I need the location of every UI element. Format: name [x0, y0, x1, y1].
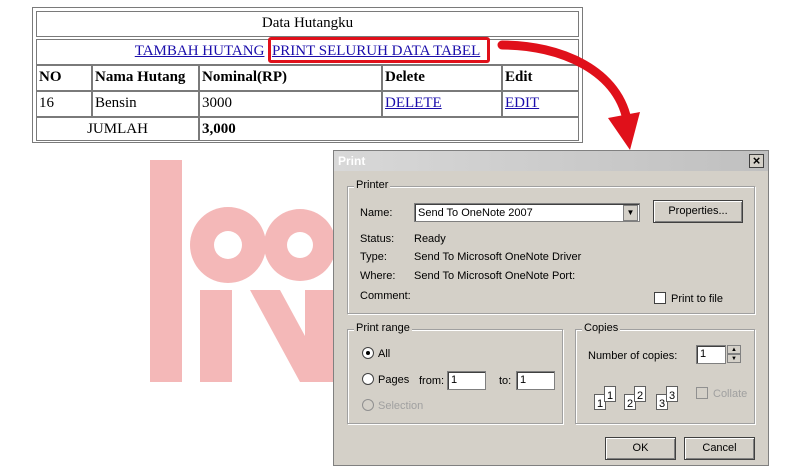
- where-value: Send To Microsoft OneNote Port:: [414, 270, 576, 282]
- printer-group-label: Printer: [354, 179, 391, 191]
- total-label: JUMLAH: [87, 121, 148, 137]
- range-pages-radio[interactable]: [362, 373, 374, 385]
- header-name: Nama Hutang: [92, 65, 199, 91]
- type-value: Send To Microsoft OneNote Driver: [414, 251, 582, 263]
- range-pages-label: Pages: [378, 374, 410, 386]
- row-name: Bensin: [92, 91, 199, 117]
- total-value: 3,000: [202, 121, 236, 137]
- printer-name-value: Send To OneNote 2007: [418, 207, 533, 219]
- status-value: Ready: [414, 233, 446, 245]
- type-label: Type:: [360, 251, 387, 263]
- header-delete: Delete: [382, 65, 502, 91]
- header-no: NO: [36, 65, 92, 91]
- printer-name-select[interactable]: Send To OneNote 2007 ▼: [414, 203, 640, 222]
- close-icon: ×: [752, 153, 761, 168]
- printer-name-label: Name:: [360, 207, 393, 219]
- header-nominal: Nominal(RP): [199, 65, 382, 91]
- where-label: Where:: [360, 270, 396, 282]
- chevron-down-icon[interactable]: ▼: [623, 205, 638, 221]
- range-selection-label: Selection: [378, 400, 424, 412]
- spin-down-icon[interactable]: ▼: [727, 354, 741, 363]
- print-dialog: Print × Printer Name: Send To OneNote 20…: [333, 150, 769, 466]
- dialog-titlebar[interactable]: Print ×: [334, 151, 768, 171]
- row-nominal: 3000: [199, 91, 382, 117]
- close-button[interactable]: ×: [749, 154, 764, 168]
- comment-label: Comment:: [360, 290, 411, 302]
- print-to-file-label: Print to file: [671, 293, 723, 305]
- delete-link[interactable]: DELETE: [385, 95, 442, 112]
- status-label: Status:: [360, 233, 395, 245]
- to-label: to:: [499, 375, 512, 387]
- copies-spinner[interactable]: ▲ ▼: [727, 345, 741, 365]
- cancel-button[interactable]: Cancel: [684, 437, 755, 460]
- print-link-highlight: [268, 37, 490, 63]
- from-input[interactable]: 1: [447, 371, 486, 390]
- row-delete-cell: DELETE: [382, 91, 502, 117]
- number-of-copies-label: Number of copies:: [588, 350, 678, 362]
- range-selection-radio[interactable]: [362, 399, 374, 411]
- red-arrow: [497, 40, 640, 150]
- collate-checkbox[interactable]: [696, 387, 708, 399]
- properties-button[interactable]: Properties...: [653, 200, 743, 223]
- spin-up-icon[interactable]: ▲: [727, 345, 741, 354]
- add-debt-link[interactable]: TAMBAH HUTANG: [135, 43, 265, 59]
- dialog-title: Print: [338, 154, 366, 168]
- collate-label: Collate: [713, 388, 748, 400]
- copies-input[interactable]: 1: [696, 345, 726, 364]
- to-input[interactable]: 1: [516, 371, 555, 390]
- range-all-label: All: [378, 348, 391, 360]
- row-no: 16: [36, 91, 92, 117]
- print-to-file-checkbox[interactable]: [654, 292, 666, 304]
- print-range-label: Print range: [354, 322, 412, 334]
- range-all-radio[interactable]: [362, 347, 374, 359]
- ok-button[interactable]: OK: [605, 437, 676, 460]
- copies-group-label: Copies: [582, 322, 621, 334]
- total-label-cell: JUMLAH: [36, 117, 199, 141]
- from-label: from:: [419, 375, 445, 387]
- watermark-logo: [150, 160, 336, 382]
